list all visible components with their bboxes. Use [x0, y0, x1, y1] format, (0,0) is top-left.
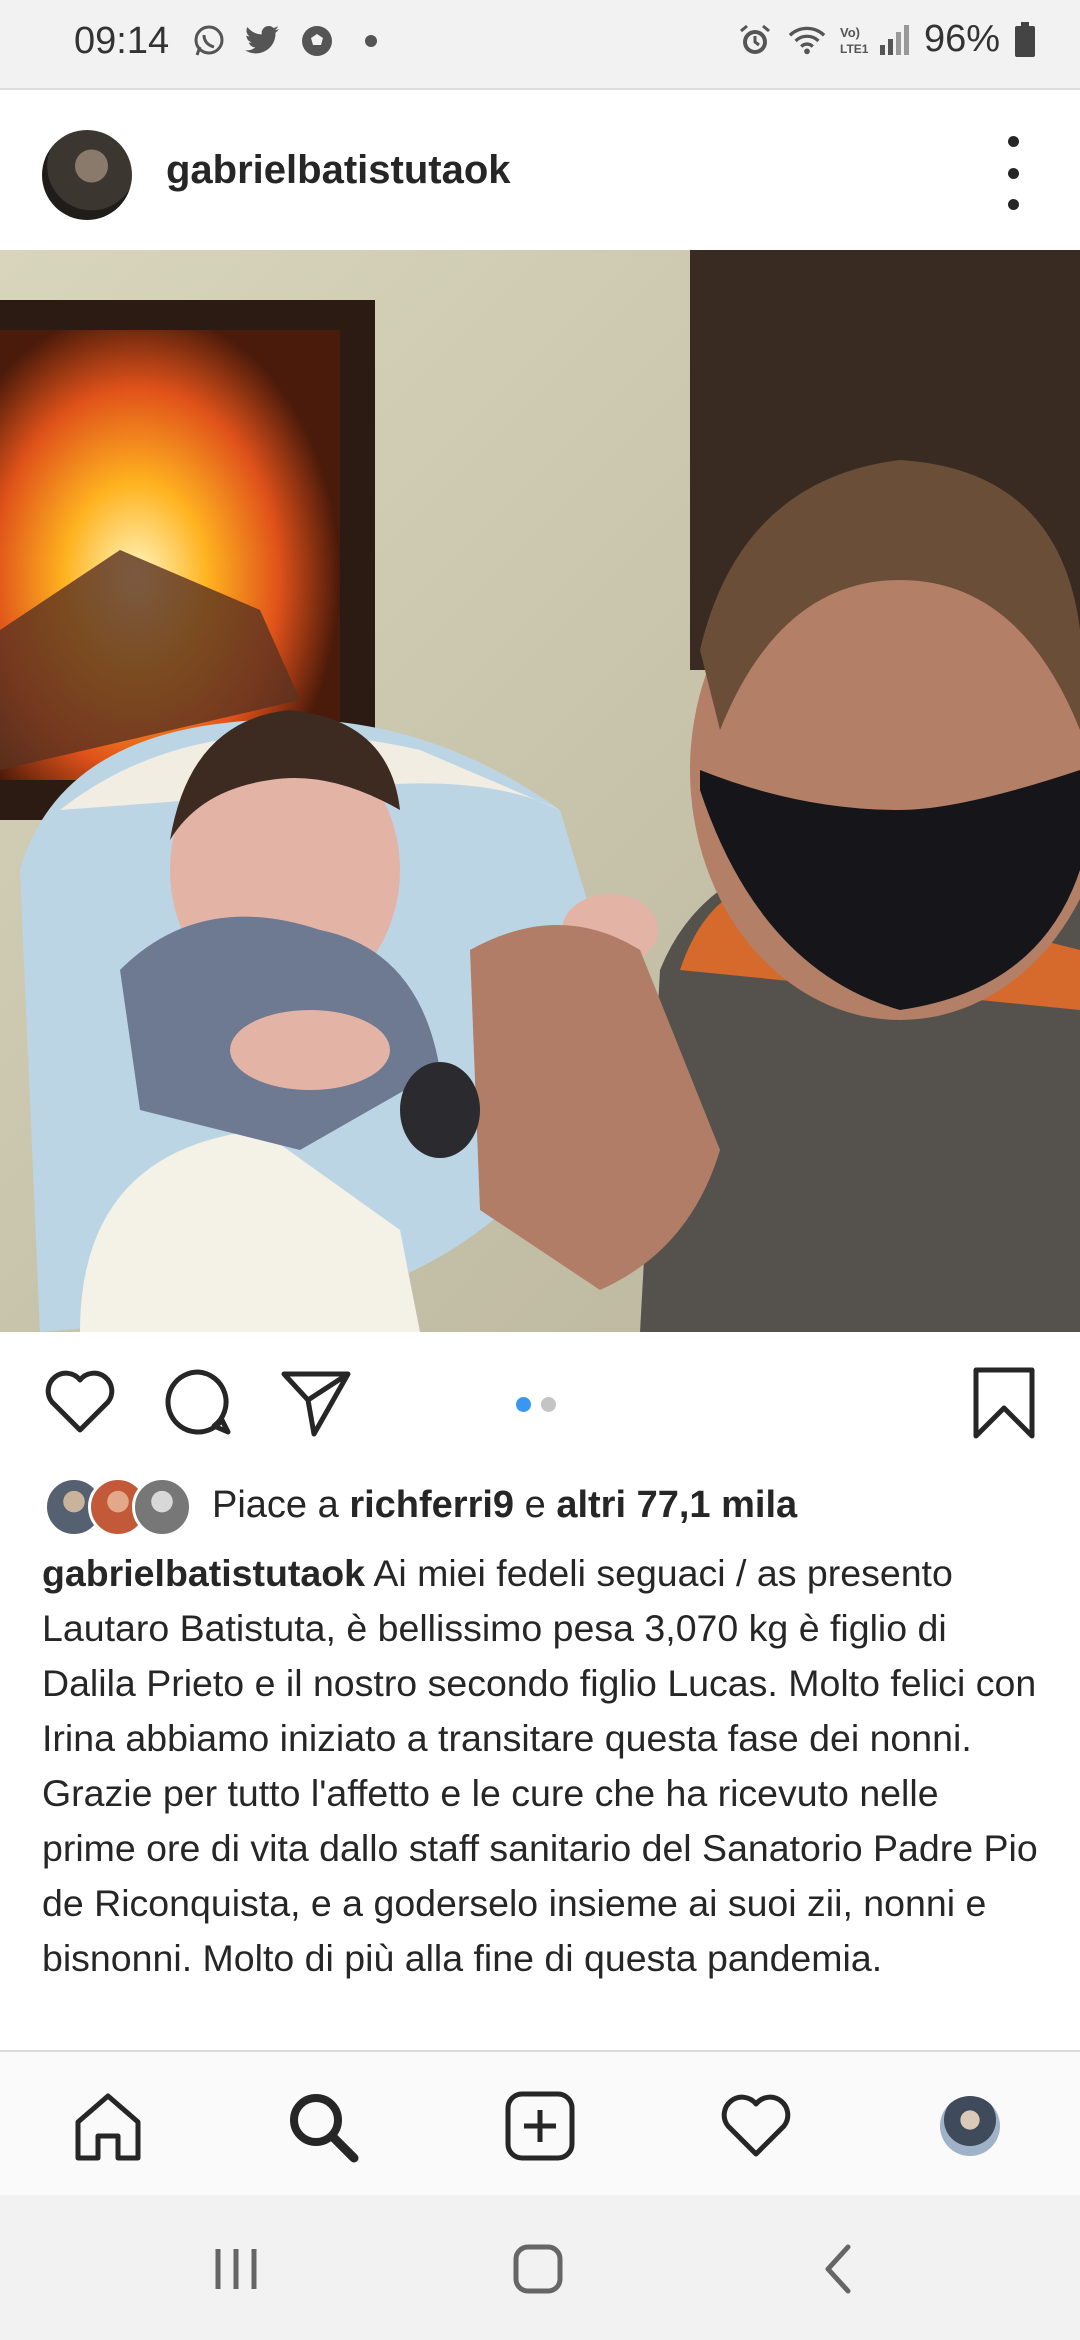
more-dot	[1007, 136, 1019, 147]
battery-level: 96%	[923, 18, 1000, 60]
new-post-icon[interactable]	[502, 2088, 578, 2164]
post-photo-illustration	[0, 250, 1080, 1332]
system-navigation-bar	[0, 2195, 1080, 2340]
likes-prefix: Piace a	[212, 1483, 339, 1526]
battery-icon	[1014, 21, 1036, 59]
back-icon[interactable]	[810, 2239, 870, 2299]
home-icon[interactable]	[70, 2088, 146, 2164]
carousel-dot-active	[516, 1397, 531, 1412]
post-header: gabrielbatistutaok	[0, 90, 1080, 250]
caption-author[interactable]: gabrielbatistutaok	[42, 1552, 365, 1594]
likes-summary[interactable]: Piace a richferri9 e altri 77,1 mila	[44, 1470, 1044, 1540]
likes-text: Piace a richferri9 e altri 77,1 mila	[212, 1484, 797, 1527]
likes-middle: e	[524, 1483, 546, 1526]
author-avatar[interactable]	[42, 130, 132, 220]
more-options-button[interactable]	[998, 136, 1028, 210]
post-username[interactable]: gabrielbatistutaok	[166, 148, 511, 193]
save-bookmark-icon[interactable]	[964, 1362, 1044, 1442]
system-status-icons: Vo) LTE1 96%	[736, 18, 1036, 61]
bottom-navigation	[0, 2050, 1080, 2197]
post-actions	[0, 1332, 1080, 1472]
post-caption: gabrielbatistutaok Ai miei fedeli seguac…	[42, 1546, 1042, 1986]
activity-heart-icon[interactable]	[718, 2088, 794, 2164]
status-bar: 09:14 Vo) LTE1 96%	[0, 0, 1080, 90]
dot-icon	[352, 22, 390, 60]
like-heart-icon[interactable]	[40, 1362, 120, 1442]
volte-signal-icon: Vo) LTE1	[840, 21, 910, 59]
carousel-indicator	[516, 1397, 556, 1412]
status-time: 09:14	[74, 20, 170, 62]
share-send-icon[interactable]	[276, 1362, 356, 1442]
liker-avatar	[132, 1477, 192, 1537]
soccer-ball-icon	[298, 22, 336, 60]
notification-icons	[190, 22, 390, 60]
profile-avatar[interactable]	[940, 2096, 1000, 2156]
recent-apps-icon[interactable]	[206, 2239, 266, 2299]
home-button-icon[interactable]	[508, 2239, 568, 2299]
whatsapp-icon	[190, 22, 228, 60]
svg-text:LTE1: LTE1	[840, 42, 869, 56]
carousel-dot	[541, 1397, 556, 1412]
likes-others[interactable]: altri 77,1 mila	[556, 1484, 797, 1526]
more-dot	[1007, 167, 1019, 179]
search-icon[interactable]	[284, 2088, 360, 2164]
caption-text: Ai miei fedeli seguaci / as presento Lau…	[42, 1552, 1038, 1979]
liker-avatars	[44, 1475, 194, 1537]
post-photo[interactable]	[0, 250, 1080, 1332]
svg-text:Vo): Vo)	[840, 25, 860, 40]
alarm-icon	[736, 21, 774, 59]
wifi-icon	[788, 21, 826, 59]
comment-icon[interactable]	[158, 1362, 238, 1442]
twitter-icon	[244, 22, 282, 60]
more-dot	[1007, 199, 1019, 210]
likes-user[interactable]: richferri9	[349, 1484, 514, 1526]
